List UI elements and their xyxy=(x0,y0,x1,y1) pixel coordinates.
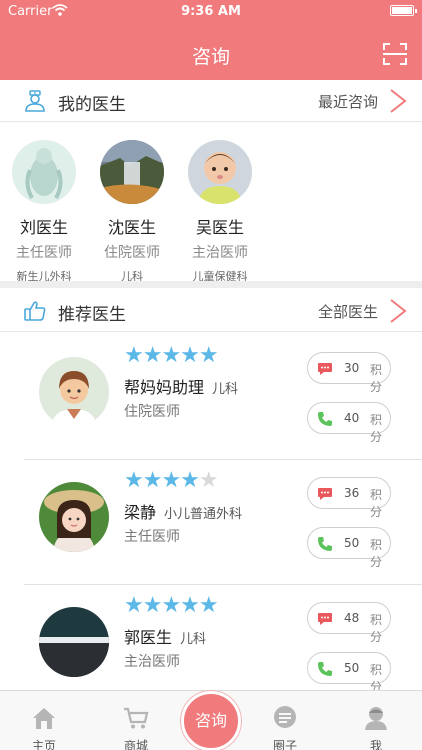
doctor-title: 主任医师 xyxy=(124,529,180,545)
rating-stars: ★★★★★ xyxy=(124,593,219,618)
chevron-right-icon[interactable] xyxy=(388,88,408,114)
chat-bubble-icon xyxy=(318,613,332,625)
rating-stars: ★★★★★ xyxy=(124,468,219,493)
phone-icon xyxy=(318,412,332,426)
my-doctor-card[interactable]: 沈医生 住院医师 儿科 xyxy=(92,140,172,284)
list-item[interactable]: ★★★★★ 梁静 小儿普通外科 主任医师 36 积分 50 积分 xyxy=(24,460,422,585)
avatar xyxy=(100,140,164,204)
phone-icon xyxy=(318,662,332,676)
my-doctor-card[interactable]: 吴医生 主治医师 儿童保健科 xyxy=(180,140,260,284)
scan-icon[interactable] xyxy=(383,43,407,65)
points-value: 36 xyxy=(344,486,360,500)
points-unit: 积分 xyxy=(370,488,383,519)
doctor-name: 刘医生 xyxy=(19,218,68,237)
phone-icon xyxy=(318,537,332,551)
chat-bubble-icon xyxy=(318,488,332,500)
doctor-dept: 小儿普通外科 xyxy=(164,507,243,522)
list-item[interactable]: ★★★★★ 郭医生 儿科 主治医师 48 积分 50 积分 xyxy=(24,585,422,694)
battery-icon xyxy=(390,5,417,16)
doctor-name: 郭医生 xyxy=(124,628,173,647)
all-doctors-link[interactable]: 全部医生 xyxy=(318,301,378,322)
phone-consult-button[interactable]: 50 积分 xyxy=(307,652,391,694)
page-title: 咨询 xyxy=(191,46,230,68)
points-value: 30 xyxy=(344,361,360,375)
message-consult-button[interactable]: 48 积分 xyxy=(307,602,391,644)
status-time: 9:36 AM xyxy=(181,4,241,19)
doctor-name: 吴医生 xyxy=(195,218,244,237)
points-unit: 积分 xyxy=(370,538,383,569)
my-doctors-title: 我的医生 xyxy=(58,95,126,115)
points-unit: 积分 xyxy=(370,613,383,644)
chat-icon xyxy=(274,706,296,728)
doctor-name-row: 郭医生 儿科 xyxy=(124,624,206,648)
recent-consult-link[interactable]: 最近咨询 xyxy=(318,91,378,112)
doctor-icon xyxy=(25,90,45,112)
recommended-header[interactable]: 推荐医生 全部医生 xyxy=(0,290,422,332)
tab-label: 商城 xyxy=(123,739,148,750)
avatar xyxy=(12,140,76,204)
avatar xyxy=(188,140,252,204)
doctor-title: 主治医师 xyxy=(124,654,180,670)
avatar xyxy=(39,607,109,677)
recommended-title: 推荐医生 xyxy=(58,305,126,325)
doctor-name: 梁静 xyxy=(124,503,157,522)
home-icon xyxy=(33,708,55,729)
tab-label: 我 xyxy=(369,739,382,750)
message-consult-button[interactable]: 30 积分 xyxy=(307,352,391,394)
tab-me[interactable]: 我 xyxy=(346,691,406,750)
rating-stars: ★★★★★ xyxy=(124,343,219,368)
chevron-right-icon[interactable] xyxy=(388,298,408,324)
user-icon xyxy=(365,707,387,730)
list-item[interactable]: ★★★★★ 帮妈妈助理 儿科 住院医师 30 积分 40 积分 xyxy=(24,335,422,460)
phone-consult-button[interactable]: 50 积分 xyxy=(307,527,391,569)
my-doctor-card[interactable]: 刘医生 主任医师 新生儿外科 xyxy=(4,140,84,284)
tab-mall[interactable]: 商城 xyxy=(106,691,166,750)
points-value: 40 xyxy=(344,411,360,425)
doctor-title: 主任医师 xyxy=(16,245,72,261)
tab-label: 主页 xyxy=(31,739,56,750)
doctor-dept: 儿科 xyxy=(180,632,207,647)
consult-button[interactable]: 咨询 xyxy=(181,691,241,750)
my-doctors-header[interactable]: 我的医生 最近咨询 xyxy=(0,80,422,122)
doctor-title: 住院医师 xyxy=(124,404,180,420)
phone-consult-button[interactable]: 40 积分 xyxy=(307,402,391,444)
section-divider xyxy=(0,281,422,288)
doctor-name: 沈医生 xyxy=(107,218,156,237)
avatar xyxy=(39,482,109,552)
chat-bubble-icon xyxy=(318,363,332,375)
message-consult-button[interactable]: 36 积分 xyxy=(307,477,391,519)
points-value: 50 xyxy=(344,661,360,675)
tab-circle[interactable]: 圈子 xyxy=(255,691,315,750)
doctor-title: 主治医师 xyxy=(192,245,248,261)
doctor-name-row: 帮妈妈助理 儿科 xyxy=(124,374,238,398)
avatar xyxy=(39,357,109,427)
points-unit: 积分 xyxy=(370,363,383,394)
shopping-cart-icon xyxy=(124,707,149,729)
tab-label: 圈子 xyxy=(272,739,297,750)
doctor-title: 住院医师 xyxy=(104,245,160,261)
status-bar: Carrier 9:36 AM xyxy=(0,0,422,24)
points-value: 50 xyxy=(344,536,360,550)
tab-home[interactable]: 主页 xyxy=(14,691,74,750)
points-unit: 积分 xyxy=(370,413,383,444)
points-value: 48 xyxy=(344,611,360,625)
navigation-bar: Carrier 9:36 AM 咨询 xyxy=(0,0,422,80)
doctor-dept: 儿科 xyxy=(212,382,239,397)
doctor-name-row: 梁静 小儿普通外科 xyxy=(124,499,242,523)
doctor-name: 帮妈妈助理 xyxy=(124,378,205,397)
thumbs-up-icon xyxy=(24,301,46,321)
